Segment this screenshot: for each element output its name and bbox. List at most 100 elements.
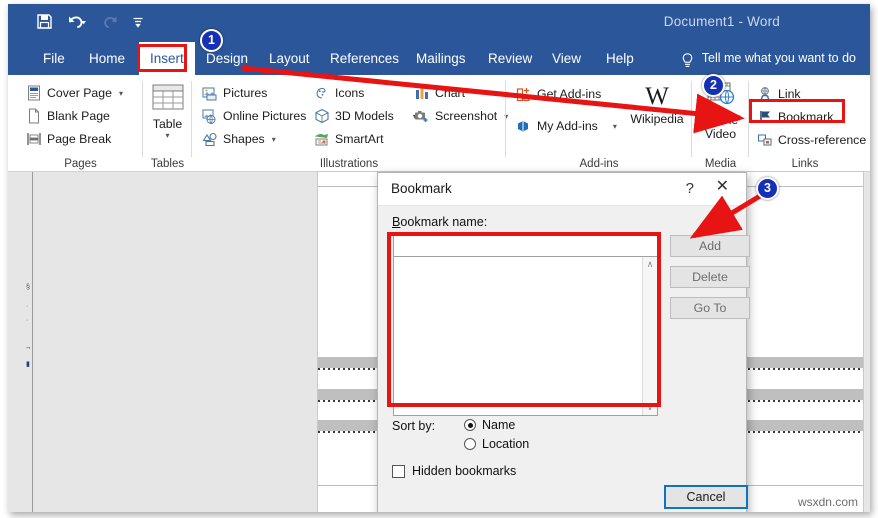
link-icon	[757, 86, 773, 102]
link-button[interactable]: Link	[757, 83, 801, 105]
sort-by-location-radio[interactable]: Location	[464, 437, 529, 451]
blank-page-label: Blank Page	[47, 109, 110, 123]
get-add-ins-label: Get Add-ins	[537, 87, 602, 101]
quick-access-toolbar	[36, 13, 144, 30]
wikipedia-button[interactable]: W Wikipedia	[624, 83, 690, 126]
my-add-ins-label: My Add-ins	[537, 119, 598, 133]
wsxdn-watermark: wsxdn.com	[797, 495, 858, 509]
get-add-ins-button[interactable]: Get Add-ins	[516, 83, 601, 105]
workspace-left-rule	[32, 172, 33, 512]
page-break-icon	[26, 131, 42, 147]
pictures-label: Pictures	[223, 86, 268, 100]
close-icon[interactable]: ✕	[716, 179, 729, 195]
online-video-label: Online Video	[702, 113, 739, 141]
tab-references[interactable]: References	[319, 42, 410, 75]
ribbon-group-illustrations: Pictures Online Pictures Shapes ▾ Icons …	[192, 75, 508, 172]
ribbon-group-illustrations-label: Illustrations	[319, 158, 379, 170]
bookmark-button[interactable]: Bookmark	[757, 106, 833, 128]
smartart-icon	[314, 131, 330, 147]
sort-by-label: Sort by:	[392, 419, 436, 433]
bookmark-name-label: Bookmark name:	[392, 215, 488, 229]
ribbon-tab-bar: File Home Insert Design Layout Reference…	[8, 42, 870, 75]
shapes-button[interactable]: Shapes ▾	[202, 128, 276, 150]
3d-models-label: 3D Models	[335, 109, 394, 123]
ribbon-group-links-label: Links	[791, 158, 819, 170]
ribbon-group-add-ins: Get Add-ins My Add-ins ▾ W Wikipedia Add…	[506, 75, 692, 172]
ruler-tick: ·	[26, 317, 29, 324]
tab-mailings[interactable]: Mailings	[405, 42, 477, 75]
get-add-ins-icon	[516, 86, 532, 102]
annotation-badge-2: 2	[702, 74, 725, 97]
wikipedia-label: Wikipedia	[630, 112, 684, 126]
cover-page-icon	[26, 85, 42, 101]
smartart-label: SmartArt	[335, 132, 384, 146]
cover-page-label: Cover Page	[47, 86, 112, 100]
radio-indicator	[464, 438, 476, 450]
chevron-down-icon[interactable]: ▾	[143, 131, 192, 140]
tab-view[interactable]: View	[541, 42, 592, 75]
blank-page-button[interactable]: Blank Page	[26, 105, 110, 127]
ribbon-group-tables-label: Tables	[150, 158, 185, 170]
icons-button[interactable]: Icons	[314, 82, 364, 104]
sort-by-name-radio[interactable]: Name	[464, 418, 515, 432]
title-bar: Document1 - Word	[8, 4, 870, 42]
ribbon-group-tables: Table ▾ Tables	[143, 75, 192, 172]
delete-button[interactable]: Delete	[670, 266, 750, 288]
chart-button[interactable]: Chart	[414, 82, 465, 104]
smartart-button[interactable]: SmartArt	[314, 128, 384, 150]
ruler-tick: ▮	[26, 361, 30, 368]
bookmark-list[interactable]: ∧ ∨	[393, 257, 658, 416]
page-break-button[interactable]: Page Break	[26, 128, 111, 150]
bookmark-list-scrollbar[interactable]: ∧ ∨	[642, 257, 657, 415]
tab-file[interactable]: File	[32, 42, 76, 75]
help-icon[interactable]: ?	[686, 180, 694, 197]
online-pictures-label: Online Pictures	[223, 109, 307, 123]
chevron-down-icon[interactable]: ▾	[119, 89, 123, 98]
tab-layout[interactable]: Layout	[258, 42, 321, 75]
undo-icon[interactable]	[66, 13, 89, 30]
cross-reference-icon	[757, 132, 773, 148]
document-title: Document1 - Word	[663, 14, 780, 29]
ribbon: Cover Page ▾ Blank Page Page Break Pages	[8, 75, 870, 172]
table-icon	[143, 83, 192, 116]
scroll-down-icon[interactable]: ∨	[643, 400, 657, 415]
chart-label: Chart	[435, 86, 466, 100]
bookmark-dialog: Bookmark ? ✕ Bookmark name: ∧ ∨ Add Dele…	[377, 172, 750, 512]
tab-home[interactable]: Home	[78, 42, 136, 75]
my-add-ins-button[interactable]: My Add-ins ▾	[516, 115, 617, 137]
dialog-title-bar: Bookmark ? ✕	[378, 173, 746, 206]
add-button[interactable]: Add	[670, 235, 750, 257]
bookmark-icon	[757, 109, 773, 125]
chevron-down-icon[interactable]: ▾	[613, 122, 617, 131]
online-pictures-button[interactable]: Online Pictures	[202, 105, 306, 127]
hidden-bookmarks-checkbox[interactable]: Hidden bookmarks	[392, 464, 516, 478]
cancel-button[interactable]: Cancel	[664, 485, 748, 509]
table-button[interactable]: Table ▾	[143, 83, 192, 140]
screenshot-button[interactable]: Screenshot ▾	[414, 105, 508, 127]
save-icon[interactable]	[36, 13, 53, 30]
customize-quick-access-icon[interactable]	[132, 13, 144, 30]
tell-me-search[interactable]: Tell me what you want to do	[680, 42, 856, 75]
tell-me-label: Tell me what you want to do	[701, 51, 856, 65]
online-pictures-icon	[202, 108, 218, 124]
bookmark-name-input[interactable]	[393, 235, 658, 257]
ribbon-group-pages-label: Pages	[64, 158, 97, 170]
tab-review[interactable]: Review	[477, 42, 543, 75]
ribbon-group-add-ins-label: Add-ins	[579, 158, 619, 170]
ribbon-group-media-label: Media	[704, 158, 737, 170]
cover-page-button[interactable]: Cover Page ▾	[26, 82, 123, 104]
shapes-icon	[202, 131, 218, 147]
tab-insert[interactable]: Insert	[139, 42, 195, 75]
icons-label: Icons	[335, 86, 365, 100]
go-to-button[interactable]: Go To	[670, 297, 750, 319]
window-frame: Document1 - Word File Home Insert Design…	[8, 4, 870, 512]
chevron-down-icon[interactable]: ▾	[272, 135, 276, 144]
pictures-button[interactable]: Pictures	[202, 82, 267, 104]
3d-models-button[interactable]: 3D Models ▾	[314, 105, 417, 127]
cross-reference-label: Cross-reference	[778, 133, 867, 147]
ruler-tick: §	[26, 284, 30, 291]
bookmark-name-label-rest: ookmark name:	[400, 215, 488, 229]
tab-help[interactable]: Help	[595, 42, 645, 75]
cross-reference-button[interactable]: Cross-reference	[757, 129, 866, 151]
scroll-up-icon[interactable]: ∧	[643, 257, 657, 272]
